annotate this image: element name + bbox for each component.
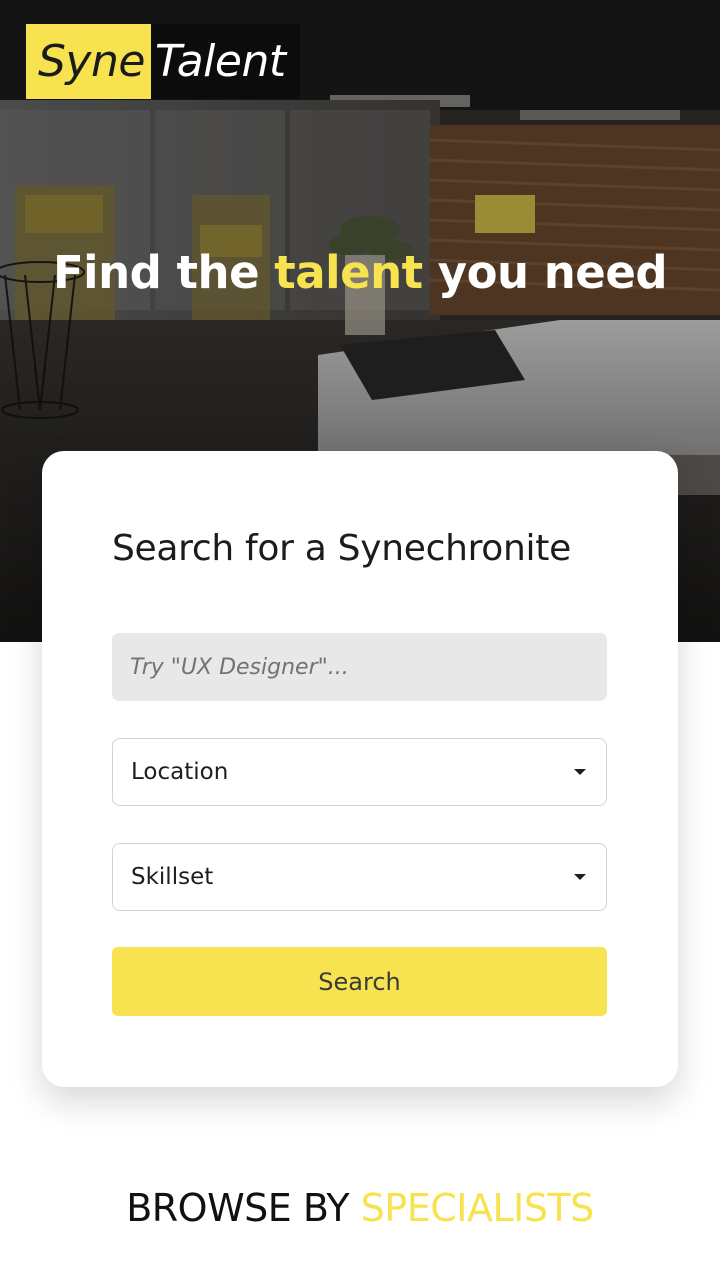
location-select[interactable]: Location: [112, 738, 607, 806]
caret-down-icon: [574, 769, 586, 775]
browse-heading: BROWSE BY SPECIALISTS: [0, 1184, 720, 1232]
app-page: Syne Talent Find the talent you need Sea…: [0, 0, 720, 1280]
hero-title-accent: talent: [274, 246, 423, 299]
hero-title-before: Find the: [52, 246, 275, 299]
browse-heading-prefix: BROWSE BY: [126, 1186, 361, 1230]
keyword-search-input[interactable]: [112, 633, 607, 701]
hero-title-after: you need: [422, 246, 668, 299]
search-button[interactable]: Search: [112, 947, 607, 1016]
caret-down-icon: [574, 874, 586, 880]
logo-syne-text: Syne: [26, 24, 151, 99]
brand-logo[interactable]: Syne Talent: [26, 24, 300, 99]
logo-talent-text: Talent: [150, 24, 300, 99]
skillset-select[interactable]: Skillset: [112, 843, 607, 911]
hero-title: Find the talent you need: [0, 245, 720, 301]
search-card-title: Search for a Synechronite: [112, 528, 571, 569]
browse-heading-accent: SPECIALISTS: [360, 1186, 595, 1230]
location-select-label: Location: [131, 759, 229, 785]
skillset-select-label: Skillset: [131, 864, 214, 890]
